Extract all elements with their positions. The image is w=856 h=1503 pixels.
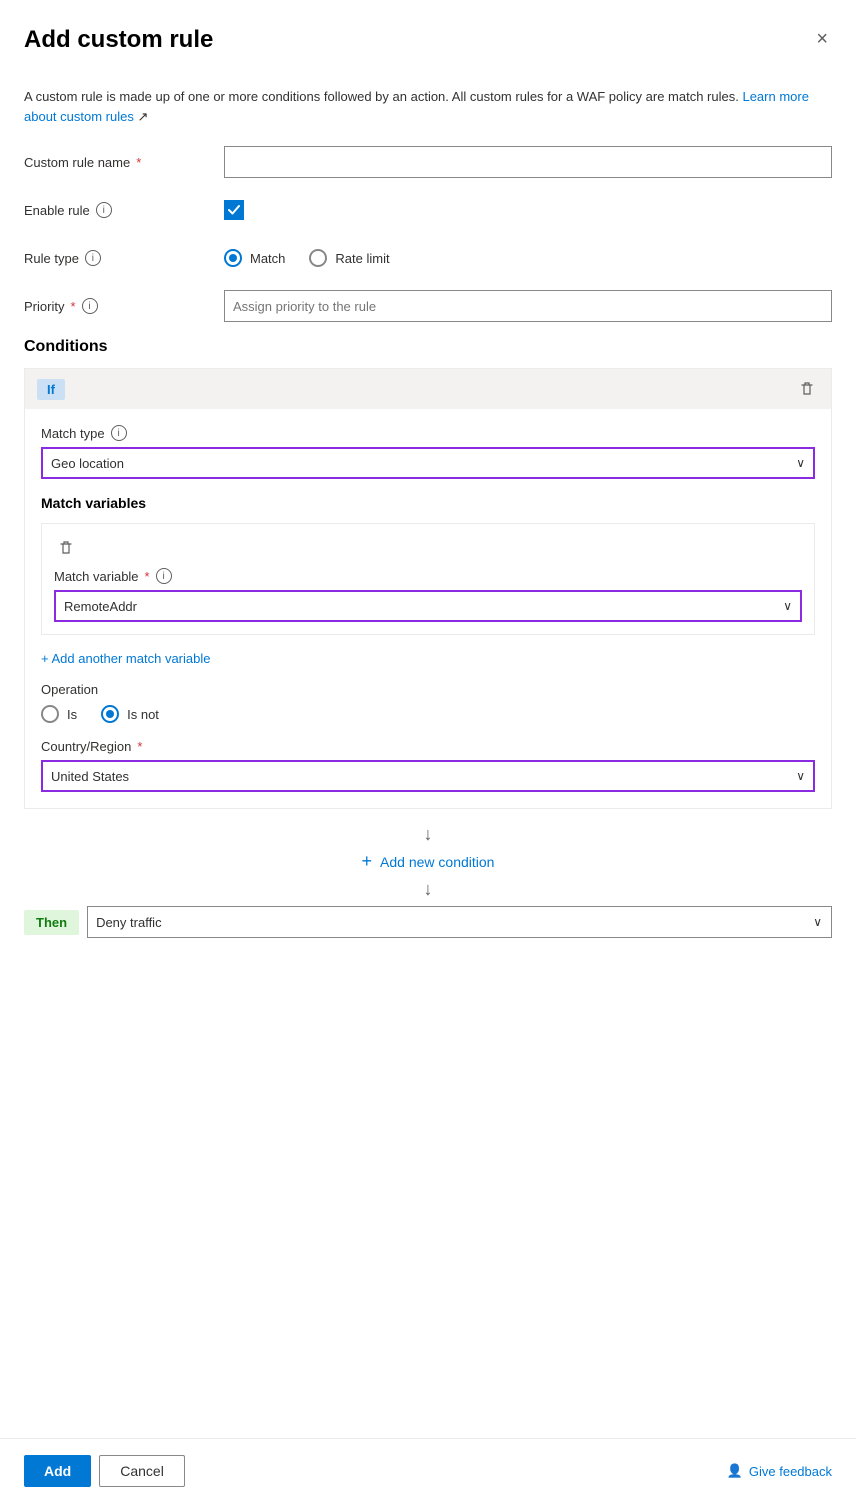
priority-label: Priority * i — [24, 298, 224, 314]
rule-type-radio-group: Match Rate limit — [224, 249, 832, 267]
isnot-radio-outer — [101, 705, 119, 723]
delete-condition-button[interactable] — [795, 377, 819, 401]
country-region-label: Country/Region * — [41, 739, 815, 754]
then-arrow-down-icon: ↓ — [424, 880, 433, 898]
priority-input[interactable] — [224, 290, 832, 322]
cancel-button[interactable]: Cancel — [99, 1455, 185, 1487]
match-variable-select-wrapper: RemoteAddr RequestHeader QueryString ∨ — [54, 590, 802, 622]
required-indicator: * — [136, 155, 141, 170]
match-variable-card: Match variable * i RemoteAddr RequestHea… — [41, 523, 815, 635]
condition-body: Match type i Geo location IP address Req… — [25, 409, 831, 808]
check-icon — [228, 204, 240, 216]
match-radio-label: Match — [250, 251, 285, 266]
operation-isnot-option[interactable]: Is not — [101, 705, 159, 723]
country-required: * — [137, 739, 142, 754]
is-radio-label: Is — [67, 707, 77, 722]
match-var-delete-wrapper — [54, 536, 802, 560]
add-condition-divider: ↓ + Add new condition ↓ — [24, 825, 832, 898]
add-condition-plus-icon: + — [362, 851, 373, 872]
custom-rule-name-input[interactable] — [224, 146, 832, 178]
rule-type-row: Rule type i Match Rate limit — [24, 242, 832, 274]
then-action-select[interactable]: Deny traffic Allow traffic Log — [87, 906, 832, 938]
country-select[interactable]: United States Canada Germany France Chin… — [41, 760, 815, 792]
match-type-select-wrapper: Geo location IP address Request headers … — [41, 447, 815, 479]
delete-match-variable-button[interactable] — [54, 536, 78, 560]
add-custom-rule-panel: Add custom rule × A custom rule is made … — [0, 0, 856, 1503]
match-type-select[interactable]: Geo location IP address Request headers … — [41, 447, 815, 479]
country-region-section: Country/Region * United States Canada Ge… — [41, 739, 815, 792]
ratelimit-radio-label: Rate limit — [335, 251, 389, 266]
operation-radio-group: Is Is not — [41, 705, 815, 723]
priority-row: Priority * i — [24, 290, 832, 322]
enable-rule-label: Enable rule i — [24, 202, 224, 218]
operation-is-option[interactable]: Is — [41, 705, 77, 723]
operation-label: Operation — [41, 682, 815, 697]
then-badge: Then — [24, 910, 79, 935]
isnot-radio-inner — [106, 710, 114, 718]
panel-title: Add custom rule — [24, 26, 213, 54]
match-radio-outer — [224, 249, 242, 267]
delete-match-var-icon — [58, 540, 74, 556]
condition-arrow-down-icon: ↓ — [424, 825, 433, 843]
match-variable-select[interactable]: RemoteAddr RequestHeader QueryString — [54, 590, 802, 622]
custom-rule-name-row: Custom rule name * — [24, 146, 832, 178]
description-text: A custom rule is made up of one or more … — [24, 87, 832, 126]
condition-header: If — [25, 369, 831, 409]
enable-rule-info-icon[interactable]: i — [96, 202, 112, 218]
match-variable-label: Match variable * i — [54, 568, 802, 584]
enable-rule-checkbox-wrapper — [224, 200, 832, 220]
feedback-icon: 👤 — [727, 1463, 743, 1479]
add-match-variable-link[interactable]: + Add another match variable — [41, 651, 210, 666]
country-select-wrapper: United States Canada Germany France Chin… — [41, 760, 815, 792]
enable-rule-checkbox[interactable] — [224, 200, 244, 220]
panel-header: Add custom rule × — [0, 0, 856, 71]
enable-rule-control — [224, 200, 832, 220]
ratelimit-radio-outer — [309, 249, 327, 267]
panel-body: A custom rule is made up of one or more … — [0, 71, 856, 1438]
operation-section: Operation Is Is not — [41, 682, 815, 723]
priority-required: * — [70, 299, 75, 314]
match-variables-title: Match variables — [41, 495, 815, 511]
match-type-label: Match type i — [41, 425, 815, 441]
add-condition-button[interactable]: + Add new condition — [362, 843, 495, 880]
panel-footer: Add Cancel 👤 Give feedback — [0, 1438, 856, 1503]
match-variable-required: * — [145, 569, 150, 584]
then-select-wrapper: Deny traffic Allow traffic Log ∨ — [87, 906, 832, 938]
close-button[interactable]: × — [812, 24, 832, 55]
custom-rule-name-control — [224, 146, 832, 178]
is-radio-outer — [41, 705, 59, 723]
priority-info-icon[interactable]: i — [82, 298, 98, 314]
match-variables-section: Match variables Match variable * — [41, 495, 815, 666]
rule-type-info-icon[interactable]: i — [85, 250, 101, 266]
rule-type-match-option[interactable]: Match — [224, 249, 285, 267]
rule-type-label: Rule type i — [24, 250, 224, 266]
priority-control — [224, 290, 832, 322]
match-type-info-icon[interactable]: i — [111, 425, 127, 441]
custom-rule-name-label: Custom rule name * — [24, 155, 224, 170]
conditions-section-title: Conditions — [24, 338, 832, 356]
if-badge: If — [37, 379, 65, 400]
match-radio-inner — [229, 254, 237, 262]
add-button[interactable]: Add — [24, 1455, 91, 1487]
then-row: Then Deny traffic Allow traffic Log ∨ — [24, 906, 832, 938]
give-feedback-link[interactable]: 👤 Give feedback — [727, 1463, 832, 1479]
rule-type-control: Match Rate limit — [224, 249, 832, 267]
footer-actions: Add Cancel — [24, 1455, 185, 1487]
match-variable-info-icon[interactable]: i — [156, 568, 172, 584]
enable-rule-row: Enable rule i — [24, 194, 832, 226]
isnot-radio-label: Is not — [127, 707, 159, 722]
delete-icon — [799, 381, 815, 397]
rule-type-ratelimit-option[interactable]: Rate limit — [309, 249, 389, 267]
condition-card: If Match type i Geo location IP address — [24, 368, 832, 809]
